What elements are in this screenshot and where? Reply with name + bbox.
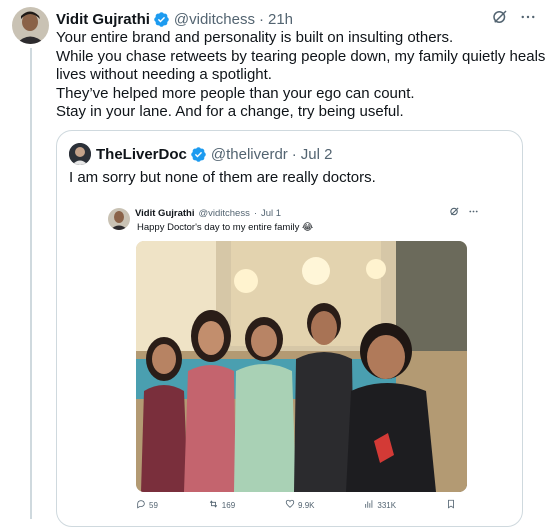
- avatar[interactable]: [12, 7, 49, 44]
- views-icon: [364, 499, 374, 511]
- author-name[interactable]: Vidit Gujrathi: [56, 11, 150, 28]
- post-text: Your entire brand and personality is bui…: [56, 29, 546, 122]
- grok-icon[interactable]: [491, 8, 509, 30]
- repost-count: 169: [221, 500, 236, 510]
- repost-stat: 169: [208, 499, 235, 511]
- like-stat: 9.9K: [285, 499, 315, 511]
- post-header: Vidit Gujrathi @viditchess · 21h: [56, 8, 537, 30]
- post-photo[interactable]: [136, 241, 467, 492]
- separator: ·: [259, 10, 264, 28]
- embedded-post-actions: 59 169 9.9K 331K: [136, 499, 456, 511]
- embedded-post-text: Happy Doctor's day to my entire family 😂: [137, 222, 314, 233]
- thread-line: [30, 48, 32, 519]
- post-time[interactable]: 21h: [268, 11, 293, 28]
- embedded-post-header: Vidit Gujrathi @viditchess · Jul 1: [105, 205, 479, 221]
- post-line: Stay in your lane. And for a change, try…: [56, 103, 404, 120]
- grok-icon: [449, 206, 460, 220]
- avatar: [69, 143, 91, 165]
- views-count: 331K: [377, 500, 397, 510]
- author-handle[interactable]: @viditchess: [174, 11, 255, 28]
- verified-icon: [190, 146, 207, 163]
- reply-stat: 59: [136, 499, 158, 511]
- more-icon: [468, 206, 479, 220]
- separator: ·: [253, 207, 257, 219]
- author-name: TheLiverDoc: [96, 145, 187, 163]
- like-count: 9.9K: [298, 500, 315, 510]
- author-handle: @viditchess: [198, 207, 250, 219]
- post-line: They’ve helped more people than your ego…: [56, 84, 415, 102]
- author-handle: @theliverdr: [210, 145, 288, 163]
- post-line: While you chase retweets by tearing peop…: [56, 47, 546, 65]
- reply-icon: [136, 499, 146, 511]
- separator: ·: [291, 145, 297, 163]
- views-stat: 331K: [364, 499, 396, 511]
- bookmark-stat: [446, 499, 456, 511]
- quoted-post-header: TheLiverDoc @theliverdr · Jul 2: [69, 143, 332, 165]
- post-date: Jul 1: [261, 207, 282, 219]
- post-line: Your entire brand and personality is bui…: [56, 29, 454, 46]
- reply-count: 59: [149, 500, 158, 510]
- bookmark-icon: [446, 499, 456, 511]
- author-name: Vidit Gujrathi: [135, 207, 195, 219]
- more-icon[interactable]: [519, 8, 537, 30]
- post-date: Jul 2: [300, 145, 333, 163]
- like-icon: [285, 499, 295, 511]
- verified-icon: [153, 11, 170, 28]
- repost-icon: [208, 499, 219, 511]
- quoted-post-text: I am sorry but none of them are really d…: [69, 169, 376, 186]
- post-line: lives without needing a spotlight.: [56, 66, 272, 83]
